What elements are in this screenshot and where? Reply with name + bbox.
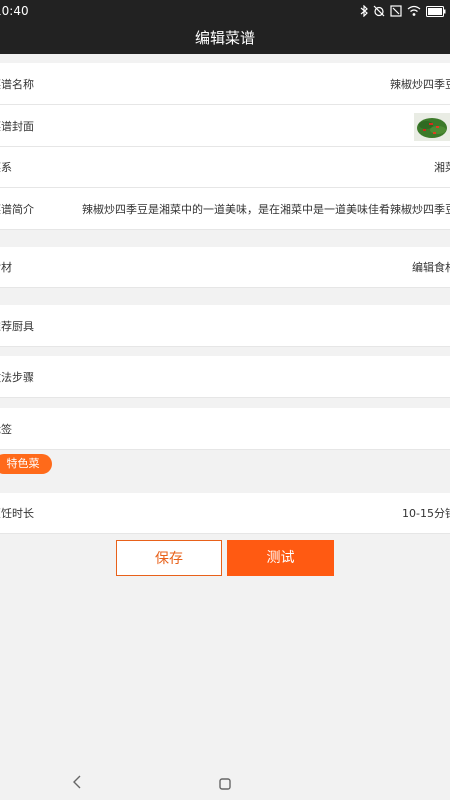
- title-bar: 编辑菜谱: [0, 22, 450, 54]
- test-button[interactable]: 测试: [227, 540, 334, 576]
- duration-value: 10-15分钟: [402, 507, 450, 520]
- ingredients-row[interactable]: 食材 编辑食材: [0, 247, 450, 288]
- recipe-name-row[interactable]: 菜谱名称 辣椒炒四季豆: [0, 63, 450, 105]
- steps-label: 做法步骤: [0, 370, 34, 384]
- recipe-name-value: 辣椒炒四季豆: [390, 77, 450, 91]
- recipe-name-label: 菜谱名称: [0, 77, 34, 91]
- utensils-label: 推荐厨具: [0, 319, 34, 333]
- save-button[interactable]: 保存: [116, 540, 222, 576]
- tags-label: 标签: [0, 422, 12, 436]
- notification-icon: [390, 5, 402, 17]
- page-title: 编辑菜谱: [194, 29, 255, 47]
- intro-value: 辣椒炒四季豆是湘菜中的一道美味，是在湘菜中是一道美味佳肴辣椒炒四季豆: [82, 202, 450, 216]
- home-icon[interactable]: [219, 775, 231, 794]
- battery-icon: [426, 5, 446, 17]
- ingredients-value: 编辑食材: [412, 261, 450, 274]
- steps-row[interactable]: 做法步骤: [0, 356, 450, 398]
- status-time: 10:40: [0, 4, 29, 18]
- status-bar: 10:40: [0, 0, 450, 22]
- cuisine-row[interactable]: 菜系 湘菜: [0, 147, 450, 188]
- duration-label: 烹饪时长: [0, 507, 34, 520]
- cuisine-value: 湘菜: [434, 161, 450, 174]
- status-icons: [360, 4, 446, 18]
- alarm-off-icon: [373, 5, 385, 17]
- intro-row[interactable]: 菜谱简介 辣椒炒四季豆是湘菜中的一道美味，是在湘菜中是一道美味佳肴辣椒炒四季豆: [0, 188, 450, 230]
- utensils-row[interactable]: 推荐厨具: [0, 305, 450, 347]
- bluetooth-icon: [360, 5, 368, 17]
- intro-label: 菜谱简介: [0, 202, 34, 216]
- back-icon[interactable]: [72, 774, 82, 793]
- wifi-icon: [407, 5, 421, 17]
- recipe-cover-image[interactable]: [414, 113, 450, 141]
- duration-row[interactable]: 烹饪时长 10-15分钟: [0, 493, 450, 534]
- cuisine-label: 菜系: [0, 161, 12, 174]
- recipe-cover-row[interactable]: 菜谱封面: [0, 105, 450, 147]
- recipe-cover-label: 菜谱封面: [0, 119, 34, 133]
- ingredients-label: 食材: [0, 261, 12, 274]
- tags-row[interactable]: 标签: [0, 408, 450, 450]
- system-nav-bar: [0, 762, 450, 800]
- tag-chip[interactable]: 特色菜: [0, 454, 52, 474]
